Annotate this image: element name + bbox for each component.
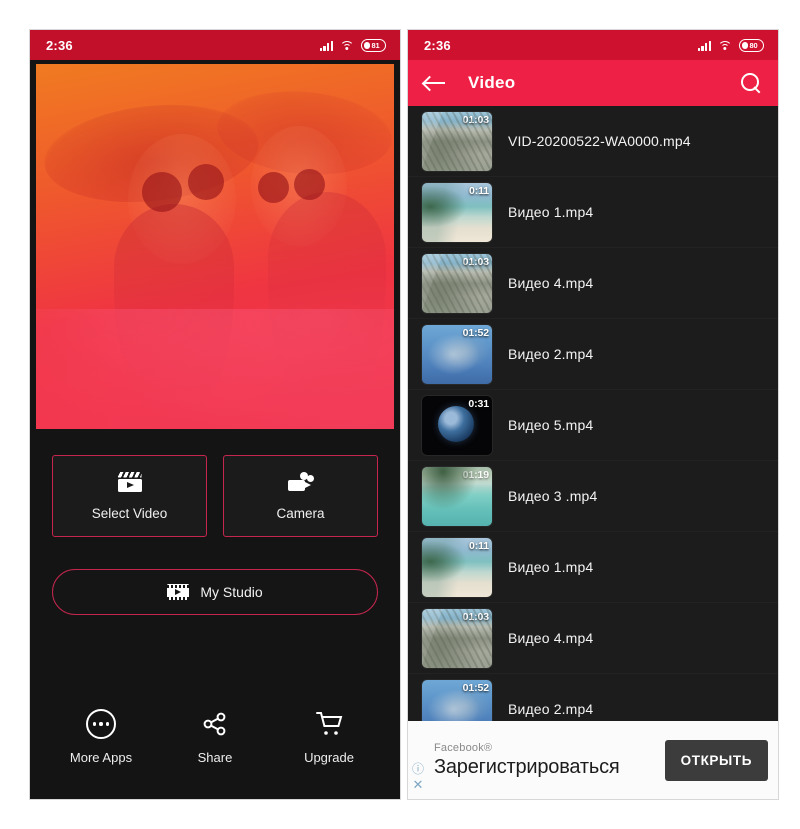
list-item[interactable]: 01:03 VID-20200522-WA0000.mp4 [408, 106, 778, 177]
ad-headline: Зарегистрироваться [434, 755, 620, 778]
ad-close-icon[interactable]: ✕ [413, 778, 424, 791]
my-studio-label: My Studio [200, 584, 263, 600]
camera-label: Camera [276, 505, 325, 521]
video-name: Видео 4.mp4 [508, 275, 594, 291]
list-item[interactable]: 01:03 Видео 4.mp4 [408, 603, 778, 674]
status-icons: 81 [319, 38, 386, 52]
upgrade-label: Upgrade [304, 750, 354, 765]
sunglass-lens-2 [188, 164, 224, 200]
sunglass-lens-4 [294, 169, 325, 200]
share-nodes-icon [200, 709, 230, 739]
nav-item-share[interactable]: Share [158, 709, 272, 765]
status-time: 2:36 [46, 37, 73, 53]
video-duration: 0:11 [468, 539, 489, 552]
left-status-bar: 2:36 81 [30, 30, 400, 60]
screenshot-canvas: 2:36 81 Select Video Camera My Studio Mo… [0, 0, 800, 829]
shoulders-shape [36, 309, 394, 429]
video-thumbnail: 01:19 [422, 466, 492, 526]
video-duration: 01:03 [462, 255, 489, 268]
nav-item-more-apps[interactable]: More Apps [44, 709, 158, 765]
video-duration: 01:52 [462, 681, 489, 694]
select-video-label: Select Video [91, 505, 168, 521]
video-camera-icon [287, 471, 314, 494]
status-time: 2:36 [424, 37, 451, 53]
ad-marks: ⓘ ✕ [412, 763, 424, 791]
ad-info-icon[interactable]: ⓘ [412, 763, 424, 775]
battery-level: 81 [371, 40, 380, 50]
wifi-icon [718, 40, 732, 51]
ad-text: Facebook® Зарегистрироваться [434, 742, 620, 779]
video-thumbnail: 01:03 [422, 111, 492, 171]
action-buttons-row: Select Video Camera [30, 429, 400, 537]
video-duration: 01:19 [462, 468, 489, 481]
video-duration: 0:31 [468, 397, 489, 410]
video-duration: 01:52 [462, 326, 489, 339]
video-name: Видео 2.mp4 [508, 346, 594, 362]
share-label: Share [197, 750, 233, 765]
right-status-bar: 2:36 80 [408, 30, 778, 60]
more-dots-icon [86, 709, 116, 739]
video-list[interactable]: 01:03 VID-20200522-WA0000.mp4 0:11 Видео… [408, 106, 778, 799]
video-name: VID-20200522-WA0000.mp4 [508, 133, 691, 149]
bottom-nav: More Apps Share Upgrade [30, 709, 400, 799]
video-name: Видео 2.mp4 [508, 701, 594, 717]
video-name: Видео 3 .mp4 [508, 488, 598, 504]
ad-open-button[interactable]: ОТКРЫТЬ [664, 739, 768, 781]
select-video-button[interactable]: Select Video [52, 455, 207, 537]
list-item[interactable]: 01:03 Видео 4.mp4 [408, 248, 778, 319]
nav-item-upgrade[interactable]: Upgrade [272, 709, 386, 765]
back-arrow-icon[interactable] [424, 74, 446, 92]
hero-preview-image[interactable] [36, 64, 394, 429]
shopping-cart-icon [314, 709, 344, 739]
video-name: Видео 5.mp4 [508, 417, 594, 433]
film-strip-icon [167, 584, 190, 600]
video-thumbnail: 0:11 [422, 182, 492, 242]
video-thumbnail: 01:03 [422, 253, 492, 313]
sunglass-lens-3 [258, 172, 289, 203]
video-name: Видео 1.mp4 [508, 559, 594, 575]
ad-brand: Facebook® [434, 741, 493, 754]
signal-bars-icon [697, 40, 711, 51]
video-name: Видео 4.mp4 [508, 630, 594, 646]
video-name: Видео 1.mp4 [508, 204, 594, 220]
video-thumbnail: 01:03 [422, 608, 492, 668]
more-apps-label: More Apps [69, 750, 133, 765]
status-icons: 80 [697, 38, 764, 52]
sunglass-lens-1 [142, 172, 182, 212]
list-item[interactable]: 0:11 Видео 1.mp4 [408, 532, 778, 603]
search-icon[interactable] [740, 72, 762, 94]
left-phone-body: Select Video Camera My Studio More Apps … [30, 60, 400, 799]
video-duration: 01:03 [462, 610, 489, 623]
battery-level: 80 [749, 40, 758, 50]
list-item[interactable]: 01:52 Видео 2.mp4 [408, 319, 778, 390]
video-thumbnail: 01:52 [422, 324, 492, 384]
list-item[interactable]: 0:31 Видео 5.mp4 [408, 390, 778, 461]
video-thumbnail: 0:31 [422, 395, 492, 455]
video-duration: 01:03 [462, 113, 489, 126]
battery-icon: 80 [739, 38, 764, 52]
camera-button[interactable]: Camera [223, 455, 378, 537]
clapperboard-icon [117, 471, 143, 494]
my-studio-button[interactable]: My Studio [52, 569, 378, 615]
right-phone-video-picker: 2:36 80 Video 01:03 VID-20200522-WA0000.… [408, 30, 778, 799]
video-duration: 0:11 [468, 184, 489, 197]
left-phone-editor-home: 2:36 81 Select Video Camera My Studio Mo… [30, 30, 400, 799]
ad-banner[interactable]: ⓘ ✕ Facebook® Зарегистрироваться ОТКРЫТЬ [408, 721, 778, 799]
video-thumbnail: 0:11 [422, 537, 492, 597]
my-studio-row: My Studio [30, 537, 400, 615]
list-item[interactable]: 01:19 Видео 3 .mp4 [408, 461, 778, 532]
video-app-bar: Video [408, 60, 778, 106]
wifi-icon [340, 40, 354, 51]
battery-icon: 81 [361, 38, 386, 52]
signal-bars-icon [319, 40, 333, 51]
page-title: Video [468, 73, 516, 92]
list-item[interactable]: 0:11 Видео 1.mp4 [408, 177, 778, 248]
